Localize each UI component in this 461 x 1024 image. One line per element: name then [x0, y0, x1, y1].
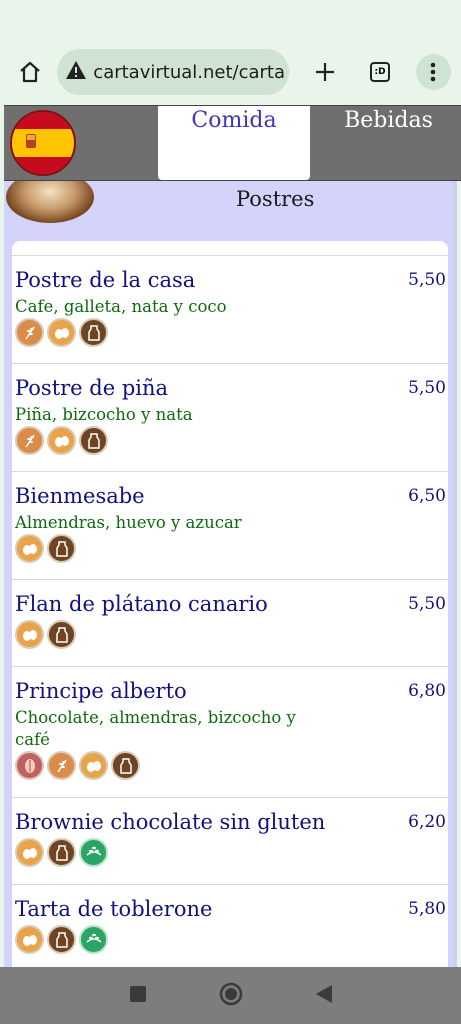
gluten-free-icon: [79, 925, 108, 954]
milk-icon: [47, 534, 76, 563]
more-options-icon[interactable]: [415, 54, 451, 90]
egg-icon: [15, 534, 44, 563]
milk-icon: [47, 838, 76, 867]
system-navigation-bar: [0, 967, 461, 1024]
egg-icon: [79, 751, 108, 780]
item-price: 5,50: [408, 270, 446, 290]
item-name: Postre de piña: [15, 376, 169, 400]
item-description: Piña, bizcocho y nata: [15, 405, 193, 424]
allergen-icons: [15, 925, 108, 955]
item-description: Chocolate, almendras, bizcocho y café: [15, 708, 296, 749]
menu-card: Postre de la casa 5,50 Cafe, galleta, na…: [12, 241, 448, 967]
egg-icon: [47, 318, 76, 347]
item-price: 6,50: [408, 486, 446, 506]
site-header: Comida Bebidas: [4, 105, 461, 181]
plus-icon: [315, 63, 334, 81]
gluten-icon: [15, 318, 44, 347]
gluten-free-icon: [79, 838, 108, 867]
url-text[interactable]: cartavirtual.net/carta: [93, 62, 285, 83]
milk-icon: [79, 318, 108, 347]
new-tab-button[interactable]: [305, 52, 344, 92]
gluten-icon: [47, 751, 76, 780]
back-icon[interactable]: [315, 984, 333, 1008]
menu-item[interactable]: Postre de la casa 5,50 Cafe, galleta, na…: [12, 255, 448, 363]
menu-item[interactable]: Bienmesabe 6,50 Almendras, huevo y azuca…: [12, 471, 448, 579]
milk-icon: [79, 426, 108, 455]
allergen-icons: [15, 426, 108, 456]
item-name: Tarta de toblerone: [15, 897, 213, 921]
category-image: [6, 181, 94, 223]
browser-toolbar: cartavirtual.net/carta :D: [0, 40, 461, 104]
allergen-icons: [15, 534, 76, 564]
warning-icon[interactable]: [65, 60, 87, 84]
item-price: 6,80: [408, 681, 446, 701]
egg-icon: [15, 925, 44, 954]
milk-icon: [47, 620, 76, 649]
item-name: Postre de la casa: [15, 268, 196, 292]
item-price: 6,20: [408, 812, 446, 832]
menu-item[interactable]: Flan de plátano canario 5,50: [12, 579, 448, 666]
spain-flag-icon[interactable]: [10, 110, 76, 176]
status-bar: [0, 0, 461, 40]
allergen-icons: [15, 838, 108, 868]
allergen-icons: [15, 620, 76, 650]
item-price: 5,80: [408, 899, 446, 919]
recents-icon[interactable]: [129, 985, 147, 1007]
menu-item[interactable]: Principe alberto 6,80 Chocolate, almendr…: [12, 666, 448, 797]
gluten-icon: [15, 426, 44, 455]
egg-icon: [15, 620, 44, 649]
item-price: 5,50: [408, 594, 446, 614]
menu-item[interactable]: Brownie chocolate sin gluten 6,20: [12, 797, 448, 884]
address-bar[interactable]: cartavirtual.net/carta: [57, 49, 290, 95]
allergen-icons: [15, 318, 108, 348]
item-name: Principe alberto: [15, 679, 187, 703]
menu-item[interactable]: Tarta de toblerone 5,80: [12, 884, 448, 967]
item-name: Flan de plátano canario: [15, 592, 268, 616]
tab-switcher-button[interactable]: :D: [361, 52, 400, 92]
home-nav-icon[interactable]: [219, 982, 243, 1010]
tab-bebidas[interactable]: Bebidas: [326, 106, 451, 133]
menu-content: Postres Postre de la casa 5,50 Cafe, gal…: [4, 181, 457, 967]
allergen-icons: [15, 751, 140, 781]
milk-icon: [111, 751, 140, 780]
item-description: Cafe, galleta, nata y coco: [15, 297, 227, 316]
item-name: Bienmesabe: [15, 484, 145, 508]
category-title: Postres: [236, 187, 315, 211]
item-name: Brownie chocolate sin gluten: [15, 810, 326, 834]
home-icon[interactable]: [12, 54, 47, 90]
egg-icon: [47, 426, 76, 455]
egg-icon: [15, 838, 44, 867]
menu-item[interactable]: Postre de piña 5,50 Piña, bizcocho y nat…: [12, 363, 448, 471]
nuts-icon: [15, 751, 44, 780]
tab-count: :D: [370, 62, 391, 82]
tab-comida[interactable]: Comida: [158, 106, 310, 180]
item-price: 5,50: [408, 378, 446, 398]
milk-icon: [47, 925, 76, 954]
item-description: Almendras, huevo y azucar: [15, 513, 242, 532]
